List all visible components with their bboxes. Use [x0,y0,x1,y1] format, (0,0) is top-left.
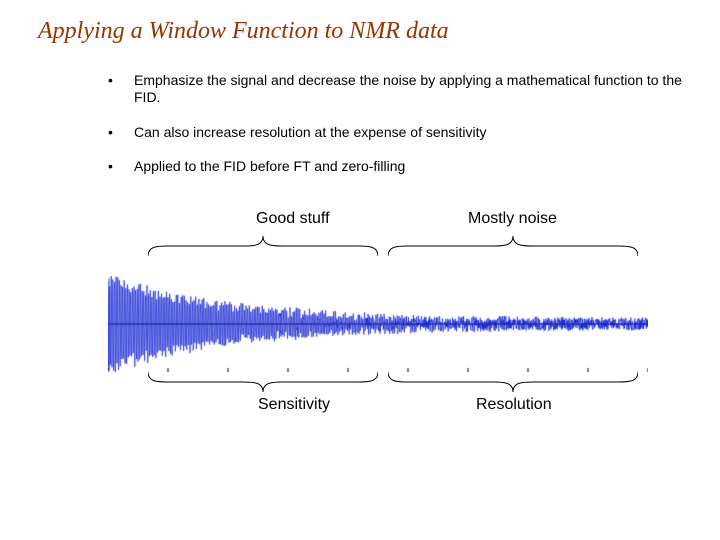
bullet-text: Emphasize the signal and decrease the no… [134,72,682,105]
brace-bottom-right [388,366,638,396]
brace-top-left [148,232,378,262]
brace-top-right [388,232,638,262]
label-mostly-noise: Mostly noise [468,210,557,228]
fid-waveform [108,276,648,372]
brace-bottom-left [148,366,378,396]
fid-figure: Good stuff Mostly noise Sensitivity Reso… [108,210,648,450]
slide-title: Applying a Window Function to NMR data [38,18,449,45]
bullet-item: Applied to the FID before FT and zero-fi… [112,158,712,175]
label-good-stuff: Good stuff [256,210,330,228]
bullet-text: Applied to the FID before FT and zero-fi… [134,158,405,174]
bullet-item: Emphasize the signal and decrease the no… [112,72,712,106]
slide: Applying a Window Function to NMR data E… [0,0,720,540]
label-sensitivity: Sensitivity [258,396,330,414]
bullet-item: Can also increase resolution at the expe… [112,124,712,141]
bullet-list: Emphasize the signal and decrease the no… [72,72,712,193]
label-resolution: Resolution [476,396,552,414]
bullet-text: Can also increase resolution at the expe… [134,124,487,140]
